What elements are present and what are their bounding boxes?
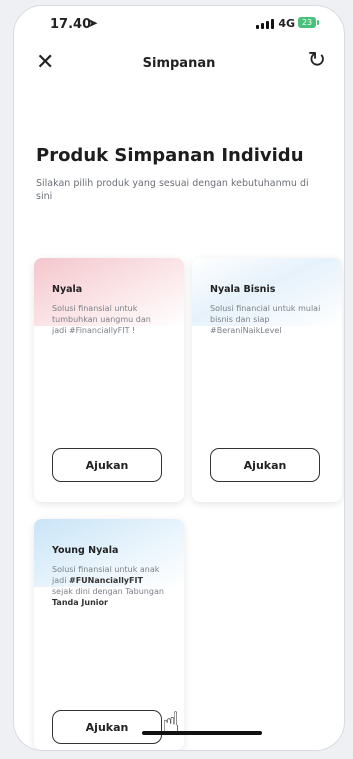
- ajukan-button[interactable]: Ajukan: [210, 448, 320, 482]
- status-time: 17.40: [50, 17, 92, 32]
- status-bar: 17.40 ➤ 4G 23: [14, 6, 344, 40]
- card-title: Nyala: [52, 284, 83, 295]
- home-indicator[interactable]: [142, 731, 262, 735]
- card-description: Solusi finansial untuk anak jadi #FUNanc…: [52, 564, 164, 608]
- product-card-nyala: Nyala Solusi finansial untuk tumbuhkan u…: [34, 258, 184, 502]
- card-title: Young Nyala: [52, 545, 119, 556]
- network-type: 4G: [278, 17, 295, 30]
- refresh-icon[interactable]: ↻: [308, 50, 326, 72]
- signal-icon: [256, 19, 274, 29]
- ajukan-button[interactable]: Ajukan: [52, 448, 162, 482]
- card-description: Solusi finansial untuk tumbuhkan uangmu …: [52, 304, 151, 335]
- location-arrow-icon: ➤: [88, 16, 99, 30]
- desc-text: sejak dini dengan Tabungan: [52, 587, 164, 596]
- desc-hashtag: #FUNanciallyFIT: [68, 576, 143, 585]
- product-card-nyala-bisnis: Nyala Bisnis Solusi financial untuk mula…: [192, 258, 342, 502]
- desc-product-name: Tanda Junior: [52, 598, 108, 607]
- card-description: Solusi financial untuk mulai bisnis dan …: [210, 304, 321, 335]
- battery-icon: 23: [298, 17, 319, 28]
- card-title: Nyala Bisnis: [210, 284, 276, 295]
- battery-level: 23: [301, 18, 313, 27]
- app-header: ✕ Simpanan ↻: [14, 44, 344, 88]
- ajukan-button[interactable]: Ajukan: [52, 710, 162, 744]
- page-title: Simpanan: [142, 56, 216, 71]
- section-heading: Produk Simpanan Individu: [36, 145, 304, 166]
- section-subtitle: Silakan pilih produk yang sesuai dengan …: [36, 178, 309, 202]
- phone-screen: 17.40 ➤ 4G 23 ✕ Simpanan ↻ Produk Simpan…: [14, 6, 344, 750]
